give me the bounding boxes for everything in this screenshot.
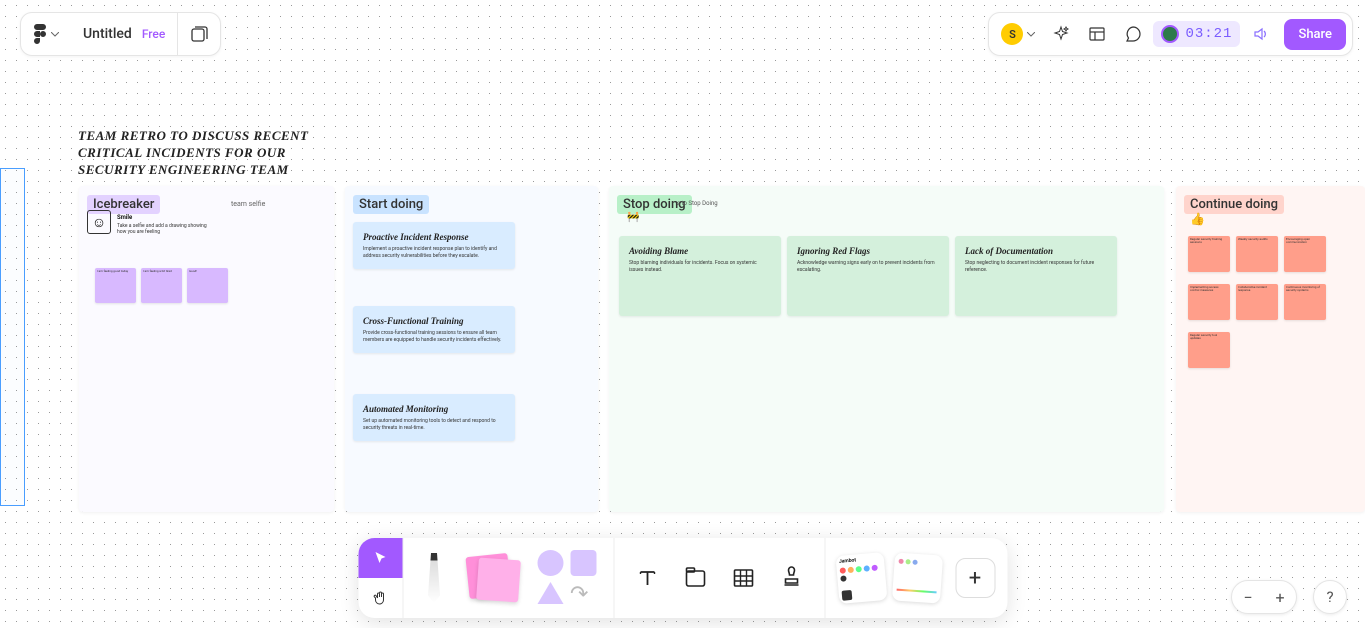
sparkle-icon bbox=[1052, 25, 1070, 43]
icebreaker-heading: Smile bbox=[117, 214, 325, 221]
share-button[interactable]: Share bbox=[1284, 19, 1346, 50]
chevron-down-icon bbox=[1027, 32, 1035, 37]
chevron-down-icon bbox=[51, 32, 59, 37]
section-icebreaker[interactable]: Icebreaker team selfie ☺ Smile Take a se… bbox=[79, 186, 334, 512]
sticky-note[interactable]: Continuous monitoring of security system… bbox=[1284, 284, 1326, 320]
timer-value: 03:21 bbox=[1185, 26, 1232, 42]
main-menu-button[interactable] bbox=[21, 13, 71, 55]
section-stop-doing[interactable]: Stop doing s to Stop Doing 🚧 Avoiding Bl… bbox=[609, 186, 1164, 512]
text-icon bbox=[634, 565, 660, 591]
ai-button[interactable] bbox=[1045, 18, 1077, 50]
sticky-note[interactable]: I am feeling good today bbox=[95, 268, 136, 303]
card-start[interactable]: Cross-Functional Training Provide cross-… bbox=[353, 306, 515, 353]
sound-button[interactable] bbox=[1244, 18, 1276, 50]
zoom-controls: − + bbox=[1231, 580, 1297, 614]
user-menu[interactable]: S bbox=[995, 23, 1041, 45]
stamp-icon bbox=[778, 565, 804, 591]
section-icon bbox=[682, 565, 708, 591]
plan-badge[interactable]: Free bbox=[142, 27, 165, 41]
figma-logo-icon bbox=[33, 24, 47, 44]
board-title[interactable]: TEAM RETRO TO DISCUSS RECENT CRITICAL IN… bbox=[78, 128, 348, 179]
add-widget-button[interactable]: + bbox=[955, 558, 995, 598]
sticky-note[interactable]: Regular security tool updates bbox=[1188, 332, 1230, 368]
sticky-tool[interactable] bbox=[463, 553, 523, 603]
canvas[interactable]: TEAM RETRO TO DISCUSS RECENT CRITICAL IN… bbox=[0, 0, 1365, 628]
smile-icon: ☺ bbox=[87, 210, 111, 234]
square-icon bbox=[570, 550, 596, 576]
zoom-in-button[interactable]: + bbox=[1264, 581, 1296, 613]
section-continue-doing[interactable]: Continue doing s 👍 Regular security trai… bbox=[1176, 186, 1365, 512]
card-start[interactable]: Automated Monitoring Set up automated mo… bbox=[353, 394, 515, 441]
text-tool[interactable] bbox=[630, 561, 664, 595]
bottom-toolbar: ↷ Jambot bbox=[358, 538, 1007, 618]
icebreaker-sublabel: team selfie bbox=[231, 200, 265, 208]
timer-widget[interactable]: 03:21 bbox=[1153, 21, 1240, 47]
sticky-note[interactable]: Implementing access control measures bbox=[1188, 284, 1230, 320]
triangle-icon bbox=[537, 582, 563, 604]
pencil-icon bbox=[419, 553, 449, 603]
hand-icon bbox=[372, 590, 388, 606]
speaker-icon bbox=[1252, 26, 1268, 42]
file-title[interactable]: Untitled bbox=[83, 26, 132, 42]
sticky-icon bbox=[476, 558, 521, 603]
card-stop[interactable]: Lack of Documentation Stop neglecting to… bbox=[955, 236, 1117, 316]
sticky-note[interactable]: Collaborative incident response bbox=[1236, 284, 1278, 320]
user-avatar: S bbox=[1001, 23, 1023, 45]
continue-sublabel: s bbox=[1264, 200, 1267, 207]
table-tool[interactable] bbox=[726, 561, 760, 595]
thumbs-up-icon: 👍 bbox=[1190, 212, 1205, 226]
icebreaker-desc: Take a selfie and add a drawing showing … bbox=[117, 223, 217, 235]
sticky-note[interactable]: Weekly security audits bbox=[1236, 236, 1278, 272]
stamp-tool[interactable] bbox=[774, 561, 808, 595]
stop-sublabel: s to Stop Doing bbox=[677, 200, 718, 207]
arrow-icon: ↷ bbox=[570, 582, 597, 607]
section-label-start[interactable]: Start doing bbox=[353, 195, 429, 214]
circle-icon bbox=[537, 550, 563, 576]
header-left: Untitled Free bbox=[20, 12, 221, 56]
hand-tool[interactable] bbox=[358, 578, 402, 618]
layout-button[interactable] bbox=[1081, 18, 1113, 50]
sticky-note[interactable]: Good! bbox=[187, 268, 228, 303]
card-stop[interactable]: Ignoring Red Flags Acknowledge warning s… bbox=[787, 236, 949, 316]
sticky-note[interactable]: Regular security training sessions bbox=[1188, 236, 1230, 272]
comment-button[interactable] bbox=[1117, 18, 1149, 50]
view-toggle-button[interactable] bbox=[177, 13, 220, 55]
layout-icon bbox=[1088, 25, 1106, 43]
cards-icon bbox=[190, 25, 208, 43]
card-start[interactable]: Proactive Incident Response Implement a … bbox=[353, 222, 515, 269]
sticky-note[interactable]: Encouraging open communication bbox=[1284, 236, 1326, 272]
zoom-out-button[interactable]: − bbox=[1232, 581, 1264, 613]
help-button[interactable]: ? bbox=[1313, 580, 1347, 614]
widget-jambot[interactable]: Jambot bbox=[835, 552, 887, 604]
card-stop[interactable]: Avoiding Blame Stop blaming individuals … bbox=[619, 236, 781, 316]
comment-icon bbox=[1124, 25, 1142, 43]
table-icon bbox=[730, 565, 756, 591]
header-right: S 03:21 Share bbox=[988, 12, 1353, 56]
barrier-icon: 🚧 bbox=[627, 212, 639, 223]
cursor-icon bbox=[372, 550, 388, 566]
selection-indicator bbox=[0, 168, 25, 506]
section-start-doing[interactable]: Start doing Proactive Incident Response … bbox=[345, 186, 598, 512]
section-tool[interactable] bbox=[678, 561, 712, 595]
move-tool[interactable] bbox=[358, 538, 402, 578]
pencil-tool[interactable] bbox=[419, 553, 449, 603]
shapes-tool[interactable]: ↷ bbox=[537, 550, 597, 607]
widget-timeline[interactable] bbox=[891, 552, 942, 603]
timer-host-avatar bbox=[1161, 25, 1179, 43]
sticky-note[interactable]: I am feeling a bit tired bbox=[141, 268, 182, 303]
